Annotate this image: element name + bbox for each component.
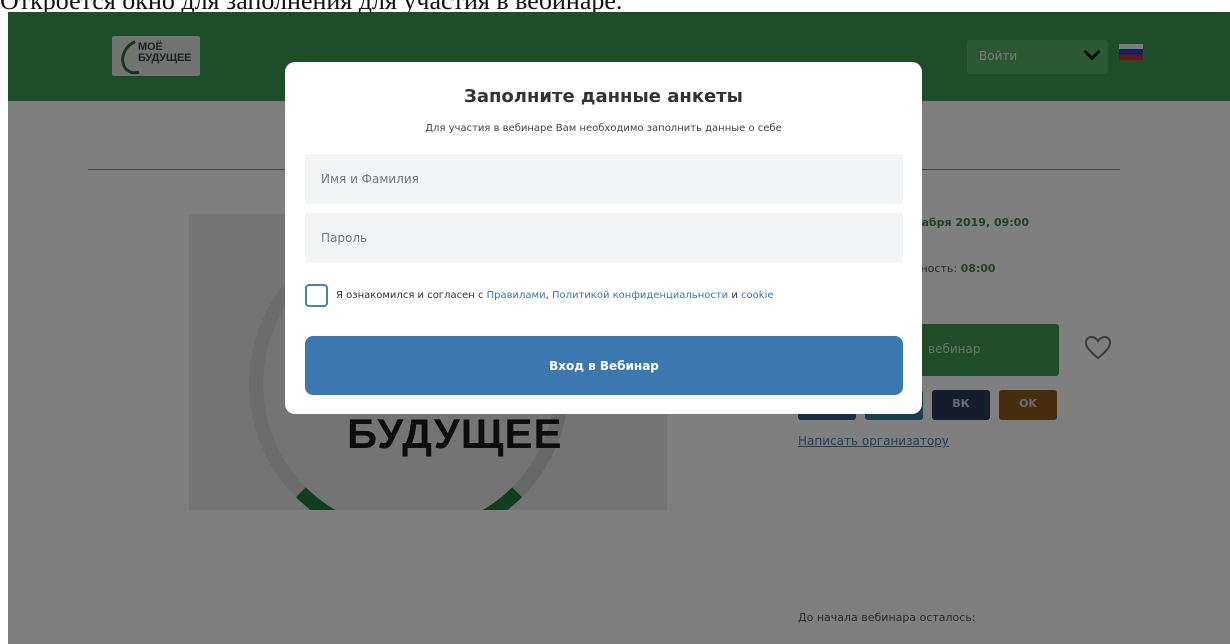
cookie-link[interactable]: cookie	[741, 290, 773, 301]
enter-webinar-button[interactable]: Вход в Вебинар	[305, 336, 903, 395]
agree-checkbox[interactable]	[305, 284, 328, 307]
questionnaire-modal: Заполните данные анкеты Для участия в ве…	[285, 62, 922, 414]
name-input[interactable]	[305, 154, 903, 204]
modal-title: Заполните данные анкеты	[464, 86, 743, 107]
privacy-link[interactable]: Политикой конфиденциальности	[552, 290, 728, 301]
password-input[interactable]	[305, 213, 903, 263]
webinar-page: МОЁ БУДУЩЕЕ Войти БУДУЩЕЕ кабря 2019, 09…	[8, 12, 1230, 644]
modal-subtitle: Для участия в вебинаре Вам необходимо за…	[425, 123, 782, 134]
rules-link[interactable]: Правилами	[487, 290, 546, 301]
agree-text: Я ознакомился и согласен с Правилами, По…	[336, 290, 774, 301]
agree-and: и	[728, 290, 742, 301]
agree-prefix: Я ознакомился и согласен с	[336, 290, 487, 301]
